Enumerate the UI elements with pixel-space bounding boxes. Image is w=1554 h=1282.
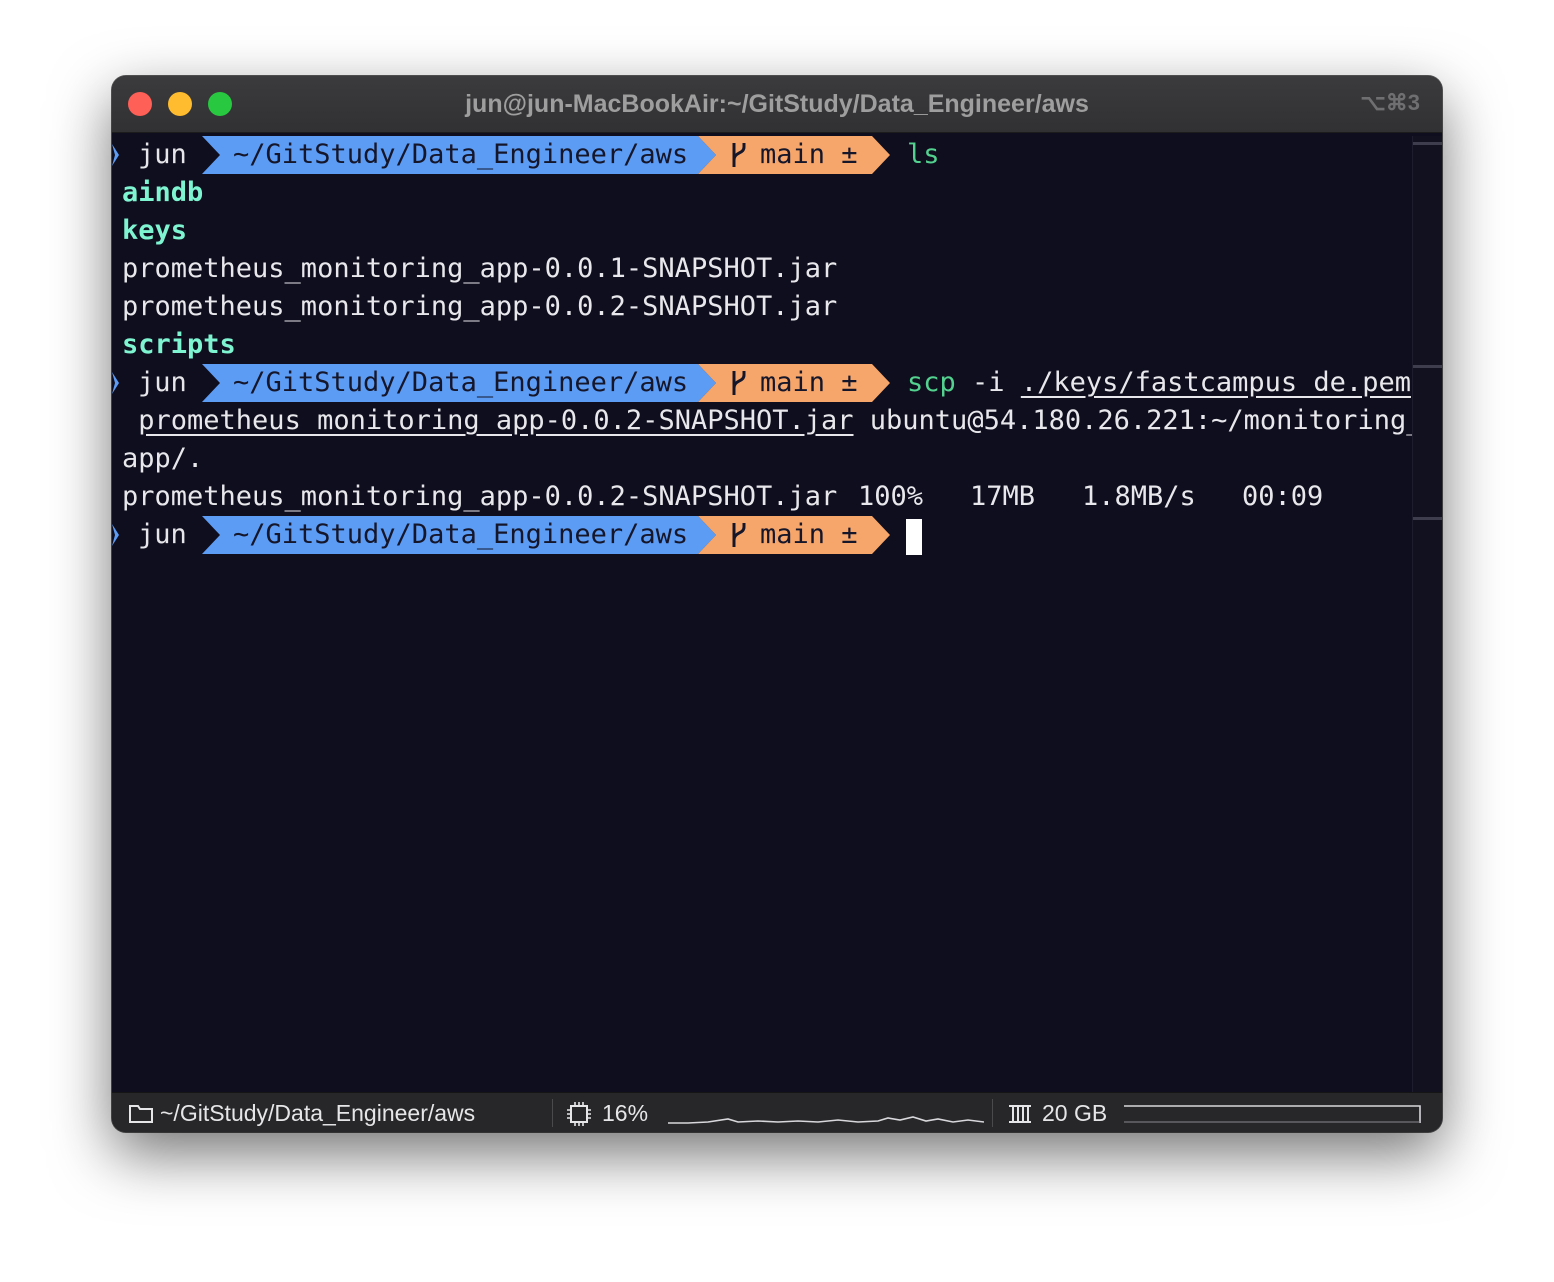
command-name: ls [907, 139, 940, 170]
prompt-chevron-icon [112, 524, 119, 546]
list-item: prometheus_monitoring_app-0.0.1-SNAPSHOT… [122, 253, 838, 284]
prompt-path: ~/GitStudy/Data_Engineer/aws [233, 139, 689, 170]
status-divider [552, 1099, 553, 1127]
list-item: prometheus_monitoring_app-0.0.2-SNAPSHOT… [122, 291, 838, 322]
command-line: prometheus_monitoring_app-0.0.2-SNAPSHOT… [122, 402, 1422, 440]
prompt-chevron-icon [112, 372, 119, 394]
scrollbar[interactable] [1412, 136, 1442, 1092]
scp-progress-eta: 00:09 [1242, 481, 1324, 512]
prompt-path: ~/GitStudy/Data_Engineer/aws [233, 367, 689, 398]
prompt-user: jun [138, 519, 187, 550]
status-path[interactable]: ~/GitStudy/Data_Engineer/aws [160, 1093, 475, 1132]
prompt: jun ~/GitStudy/Data_Engineer/aws main ± [112, 364, 912, 402]
memory-sparkline [1124, 1105, 1421, 1123]
cpu-icon [567, 1102, 591, 1126]
status-bar: ~/GitStudy/Data_Engineer/aws 16% 20 GB [112, 1092, 1442, 1132]
prompt-path: ~/GitStudy/Data_Engineer/aws [233, 519, 689, 550]
command-arg: ./keys/fastcampus_de.pem [1020, 367, 1411, 398]
cpu-percent: 16% [602, 1100, 649, 1126]
list-item: scripts [122, 329, 236, 360]
scp-progress-percent: 100% [858, 481, 924, 512]
scp-progress-rate: 1.8MB/s [1082, 481, 1196, 512]
memory-icon [1009, 1105, 1031, 1123]
scroll-mark [1413, 517, 1442, 520]
prompt-chevron-icon [112, 144, 119, 166]
command-arg: prometheus_monitoring_app-0.0.2-SNAPSHOT… [138, 405, 854, 436]
command-arg: ubuntu@54.180.26.221:~/monitoring_ [869, 405, 1423, 436]
window-title: jun@jun-MacBookAir:~/GitStudy/Data_Engin… [465, 90, 1089, 118]
folder-icon [129, 1105, 153, 1123]
scp-progress-size: 17MB [970, 481, 1036, 512]
command-flag: -i [972, 367, 1005, 398]
command-name: scp [907, 367, 956, 398]
scroll-mark [1413, 365, 1442, 368]
prompt: jun ~/GitStudy/Data_Engineer/aws main ± [112, 516, 922, 555]
memory-usage: 20 GB [1042, 1100, 1108, 1126]
command-arg: app/. [122, 443, 204, 474]
title-bar[interactable]: jun@jun-MacBookAir:~/GitStudy/Data_Engin… [112, 76, 1442, 133]
command-line: scp -i ./keys/fastcampus_de.pem [907, 364, 1411, 402]
cpu-sparkline [668, 1116, 984, 1124]
list-item: keys [122, 215, 188, 246]
window-shortcut: ⌥⌘3 [1360, 90, 1420, 115]
scp-progress-file: prometheus_monitoring_app-0.0.2-SNAPSHOT… [122, 481, 838, 512]
prompt-branch: main ± [760, 139, 858, 170]
terminal-content[interactable]: jun ~/GitStudy/Data_Engineer/aws main ± … [112, 136, 1422, 1092]
prompt-branch: main ± [760, 519, 858, 550]
prompt: jun ~/GitStudy/Data_Engineer/aws main ± … [112, 136, 940, 174]
terminal-window: jun@jun-MacBookAir:~/GitStudy/Data_Engin… [112, 76, 1442, 1132]
prompt-user: jun [138, 367, 187, 398]
terminal-cursor[interactable] [906, 519, 922, 555]
prompt-user: jun [138, 139, 187, 170]
scroll-mark [1413, 142, 1442, 145]
status-divider [992, 1099, 993, 1127]
list-item: aindb [122, 177, 204, 208]
prompt-branch: main ± [760, 367, 858, 398]
